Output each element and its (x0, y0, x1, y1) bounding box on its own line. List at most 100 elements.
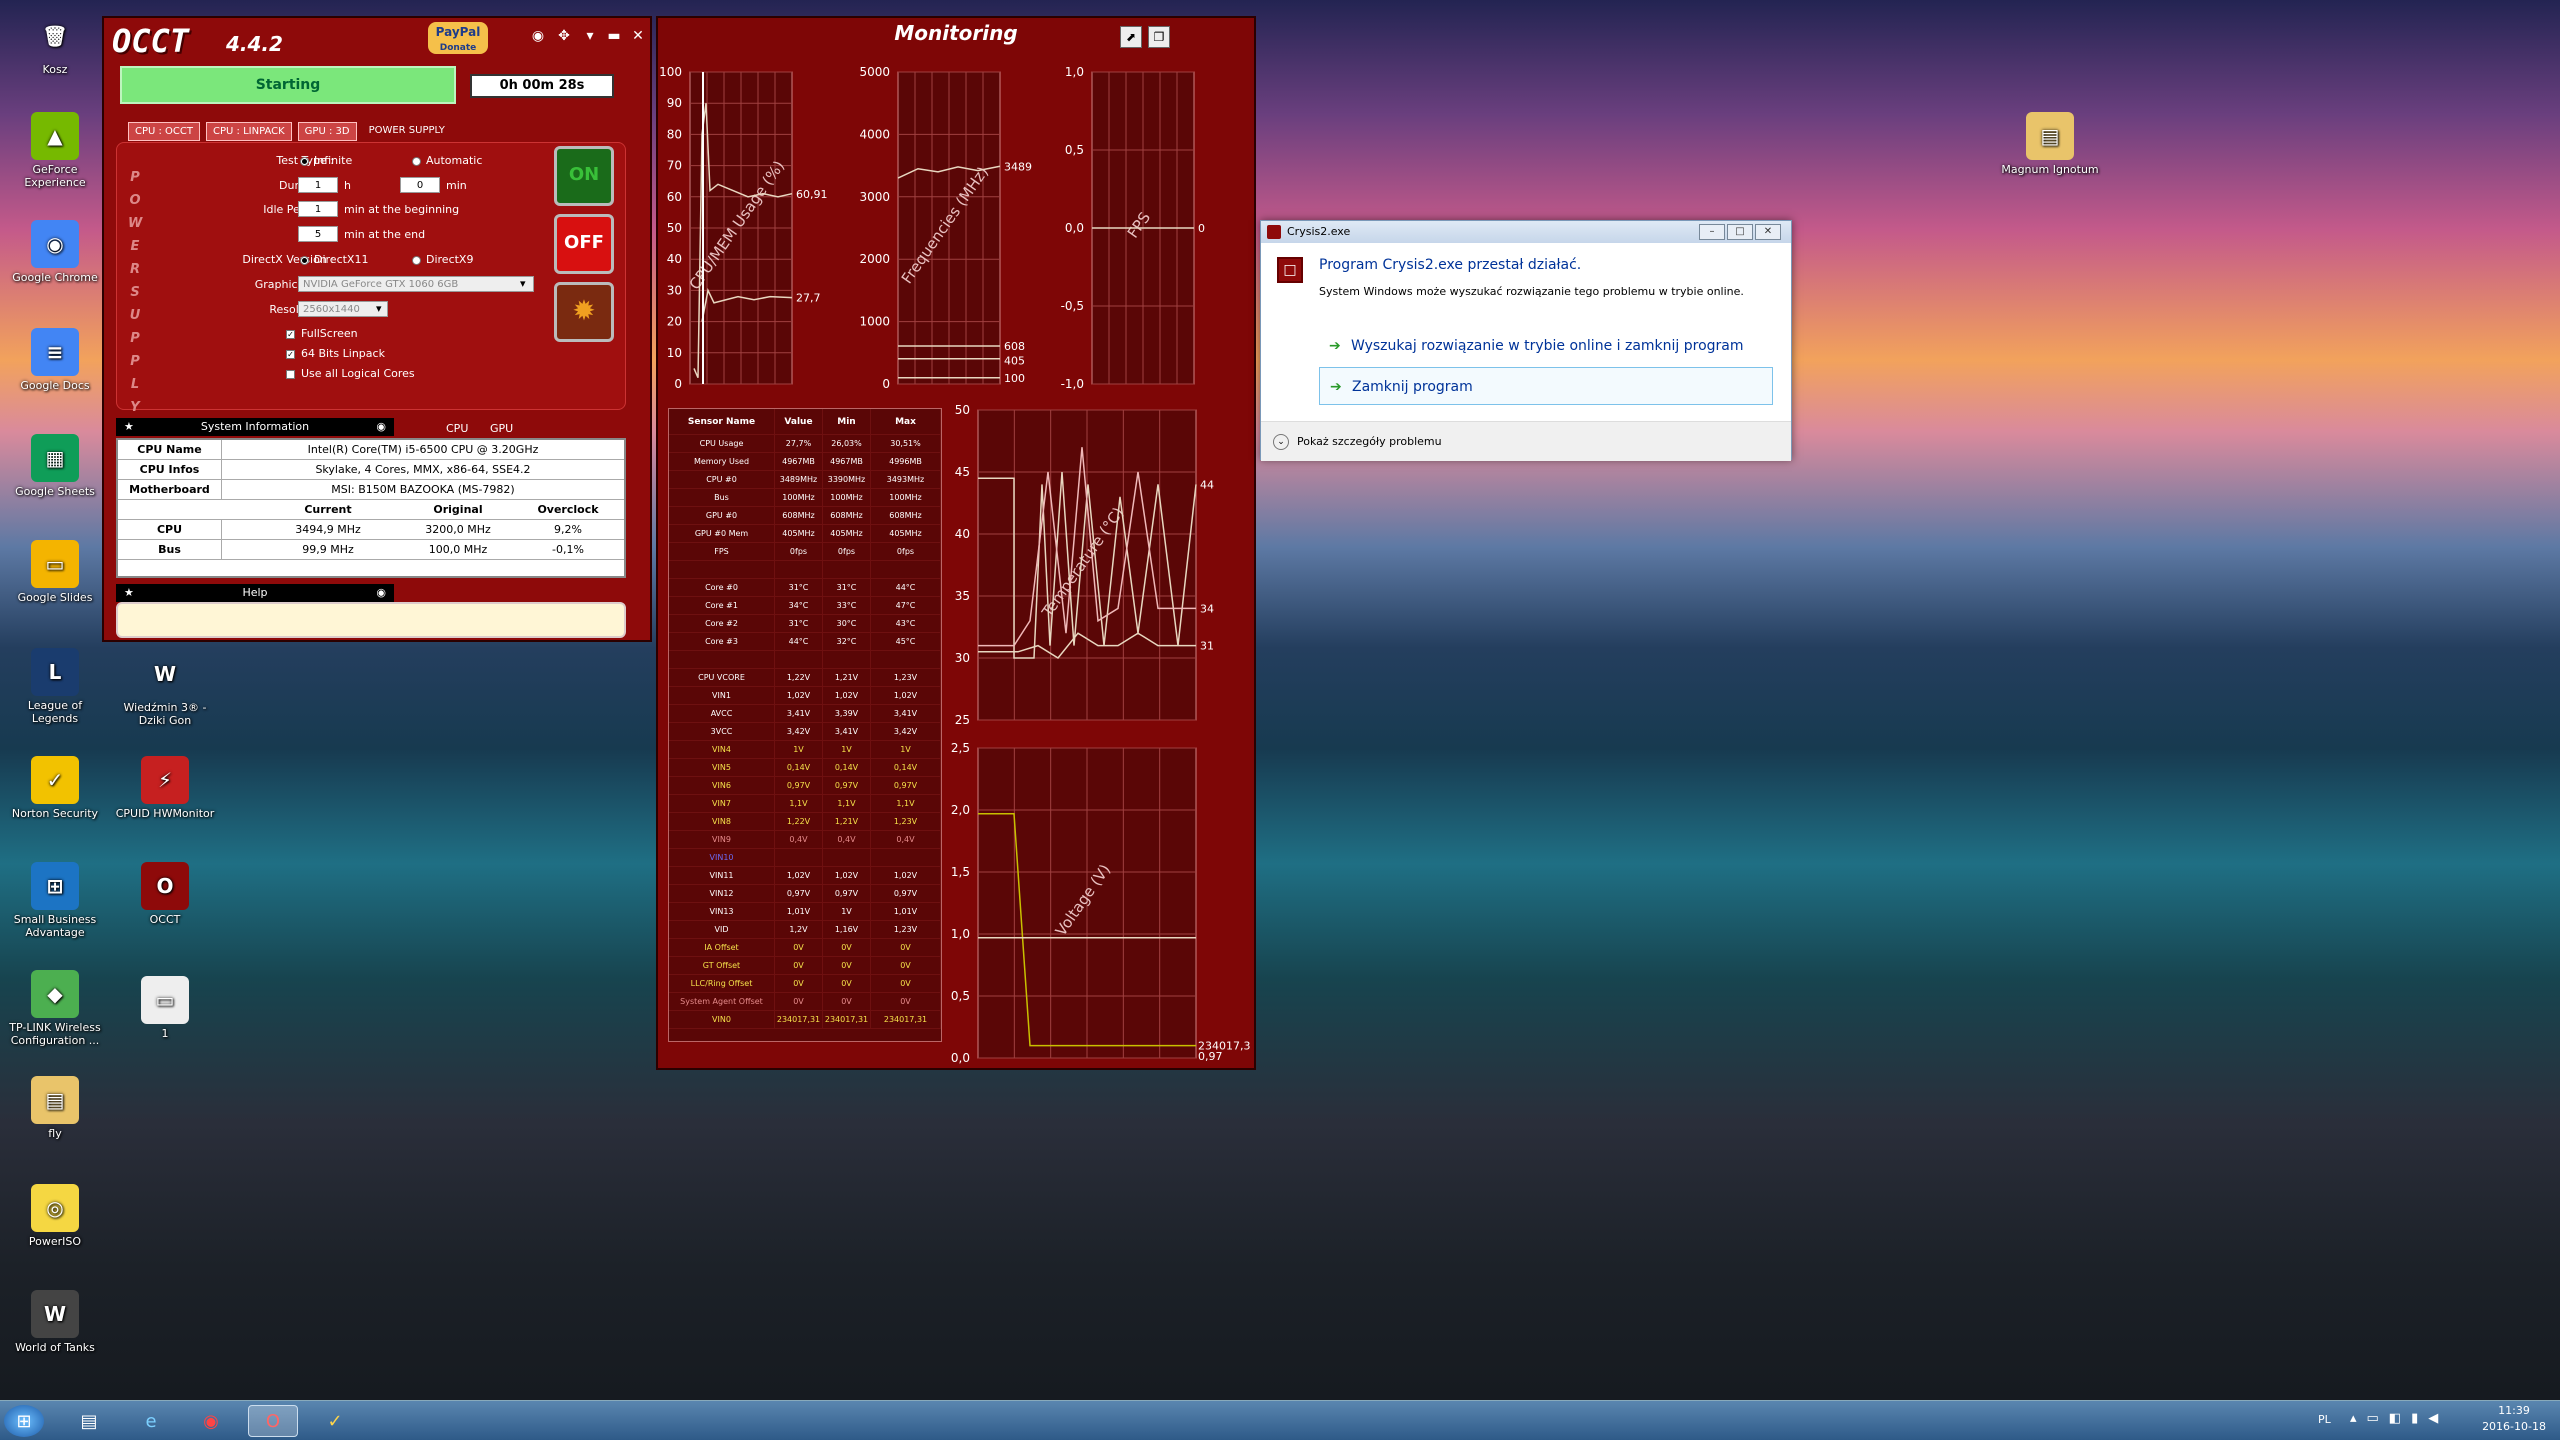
desktop-icon-2[interactable]: ◉ Google Chrome (5, 220, 105, 284)
duration-minutes-input[interactable]: 0 (400, 177, 440, 193)
table-row: 3VCC 3,42V 3,41V 3,42V (669, 723, 941, 741)
tab-gpu-3d[interactable]: GPU : 3D (297, 122, 357, 141)
graphic-card-select[interactable]: NVIDIA GeForce GTX 1060 6GB (298, 276, 534, 292)
sensor-col-header: Value (775, 409, 823, 434)
vertical-letter: P (130, 331, 140, 346)
collapse-icon[interactable]: ◉ (376, 584, 386, 602)
chevron-down-icon[interactable]: ▾ (520, 277, 526, 290)
move-icon[interactable]: ✥ (554, 26, 574, 46)
off-button[interactable]: OFF (554, 214, 614, 274)
close-icon[interactable]: ✕ (628, 26, 648, 46)
start-button[interactable]: ⊞ (4, 1405, 44, 1437)
fullscreen-checkbox[interactable]: ✓ FullScreen (286, 327, 358, 340)
occt-taskbar-icon[interactable]: O (248, 1405, 298, 1437)
close-program-option[interactable]: ➔ Zamknij program (1319, 367, 1773, 405)
table-row: Bus 100MHz 100MHz 100MHz (669, 489, 941, 507)
file-explorer-icon[interactable]: ▤ (64, 1405, 114, 1437)
settings-gear-icon[interactable]: ✹ (554, 282, 614, 342)
desktop-icon-3[interactable]: ≡ Google Docs (5, 328, 105, 392)
motherboard-label: Motherboard (118, 480, 222, 500)
internet-explorer-icon[interactable]: e (126, 1405, 176, 1437)
desktop-icon-16[interactable]: W World of Tanks (5, 1290, 105, 1354)
resolution-select[interactable]: 2560x1440 (298, 301, 388, 317)
sensor-cell: AVCC (669, 705, 775, 722)
vertical-letter: S (130, 285, 140, 300)
radio-directx9[interactable]: DirectX9 (412, 253, 473, 266)
vertical-letter: Y (130, 400, 140, 415)
sensor-cell: 34°C (775, 597, 823, 614)
sensor-cell: 1,02V (871, 867, 941, 884)
cpu-usage-chart-tick-label: 70 (667, 159, 682, 173)
tab-power-supply[interactable]: POWER SUPPLY (363, 122, 451, 141)
desktop-icon-10[interactable]: ⊞ Small Business Advantage (5, 862, 105, 939)
dropdown-icon[interactable]: ▾ (580, 26, 600, 46)
crysis-taskbar-icon[interactable]: ✓ (310, 1405, 360, 1437)
desktop-icon-4[interactable]: ▦ Google Sheets (5, 434, 105, 498)
idle-begin-input[interactable]: 1 (298, 201, 338, 217)
bus-original: 100,0 MHz (428, 543, 488, 556)
minimize-icon[interactable]: – (1699, 224, 1725, 240)
table-row: Core #2 31°C 30°C 43°C (669, 615, 941, 633)
language-indicator[interactable]: PL (2318, 1413, 2331, 1426)
desktop-icon-0[interactable]: 🗑 Kosz (5, 12, 105, 76)
tray-icons[interactable]: ▴▭◧▮◀ (2350, 1411, 2448, 1426)
search-online-option[interactable]: ➔ Wyszukaj rozwiązanie w trybie online i … (1319, 327, 1773, 365)
desktop-icon-label: 1 (161, 1027, 169, 1040)
desktop-icon-9[interactable]: ⚡ CPUID HWMonitor (115, 756, 215, 820)
desktop-icon-13[interactable]: ▭ 1 (115, 976, 215, 1040)
close-icon[interactable]: ✕ (1755, 224, 1781, 240)
desktop-icon-8[interactable]: ✓ Norton Security (5, 756, 105, 820)
radio-dx9-label: DirectX9 (426, 253, 474, 266)
sensor-cell: 608MHz (871, 507, 941, 524)
desktop-icon-label: fly (48, 1127, 62, 1140)
desktop-icon-14[interactable]: ▤ fly (5, 1076, 105, 1140)
chevron-down-icon[interactable]: ⌄ (1273, 434, 1289, 450)
sensor-cell: 3,41V (823, 723, 871, 740)
desktop-icon-7[interactable]: W Wiedźmin 3® - Dziki Gon (115, 650, 215, 727)
maximize-icon[interactable]: □ (1727, 224, 1753, 240)
sensor-cell: 0,97V (823, 885, 871, 902)
radio-infinite[interactable]: Infinite (300, 154, 352, 167)
show-details-link[interactable]: Pokaż szczegóły problemu (1297, 435, 1442, 448)
logical-cores-checkbox[interactable]: Use all Logical Cores (286, 367, 415, 380)
sensor-cell: 27,7% (775, 435, 823, 452)
tab-gpu-info[interactable]: GPU (490, 422, 513, 435)
radio-directx11[interactable]: DirectX11 (300, 253, 368, 266)
camera-icon[interactable]: ◉ (528, 26, 548, 46)
tab-cpu-linpack[interactable]: CPU : LINPACK (206, 122, 292, 141)
frequency-chart-tick-label: 0 (882, 377, 890, 391)
linpack64-checkbox[interactable]: ✓ 64 Bits Linpack (286, 347, 385, 360)
sensor-cell: 100MHz (871, 489, 941, 506)
radio-automatic[interactable]: Automatic (412, 154, 482, 167)
motherboard-value: MSI: B150M BAZOOKA (MS-7982) (331, 483, 515, 496)
desktop-icon-17[interactable]: ▤ Magnum Ignotum (2000, 112, 2100, 176)
desktop-icon-5[interactable]: ▭ Google Slides (5, 540, 105, 604)
desktop-icon-label: Wiedźmin 3® - Dziki Gon (123, 701, 207, 727)
desktop-icon-12[interactable]: ◆ TP-LINK Wireless Configuration ... (5, 970, 105, 1047)
desktop-icon-6[interactable]: L League of Legends (5, 648, 105, 725)
on-button[interactable]: ON (554, 146, 614, 206)
table-row: Core #3 44°C 32°C 45°C (669, 633, 941, 651)
minimize-icon[interactable]: ▬ (604, 26, 624, 46)
sensor-cell: 3,42V (871, 723, 941, 740)
collapse-icon[interactable]: ◉ (376, 418, 386, 436)
taskbar-clock[interactable]: 11:39 2016-10-18 (2482, 1403, 2546, 1435)
table-row: VIN9 0,4V 0,4V 0,4V (669, 831, 941, 849)
duration-hours-input[interactable]: 1 (298, 177, 338, 193)
idle-end-input[interactable]: 5 (298, 226, 338, 242)
chevron-down-icon[interactable]: ▾ (376, 302, 382, 315)
desktop-icon-11[interactable]: O OCCT (115, 862, 215, 926)
tab-cpu-info[interactable]: CPU (446, 422, 468, 435)
sensor-cell: 234017,31 (823, 1011, 871, 1028)
sensor-cell: VIN0 (669, 1011, 775, 1028)
clock-time: 11:39 (2498, 1404, 2530, 1417)
desktop-icon-15[interactable]: ◎ PowerISO (5, 1184, 105, 1248)
monitoring-window: Monitoring ⬈ ❐ 100 90 80 70 60 50 40 30 20 10 0 CPU… (656, 16, 1256, 1070)
sensor-cell (823, 849, 871, 866)
sensor-cell: 0,14V (775, 759, 823, 776)
chrome-icon[interactable]: ◉ (186, 1405, 236, 1437)
paypal-donate-button[interactable]: PayPal Donate (428, 22, 488, 54)
desktop-icon-1[interactable]: ▲ GeForce Experience (5, 112, 105, 189)
tab-cpu-occt[interactable]: CPU : OCCT (128, 122, 201, 141)
sensor-cell: 1,02V (871, 687, 941, 704)
